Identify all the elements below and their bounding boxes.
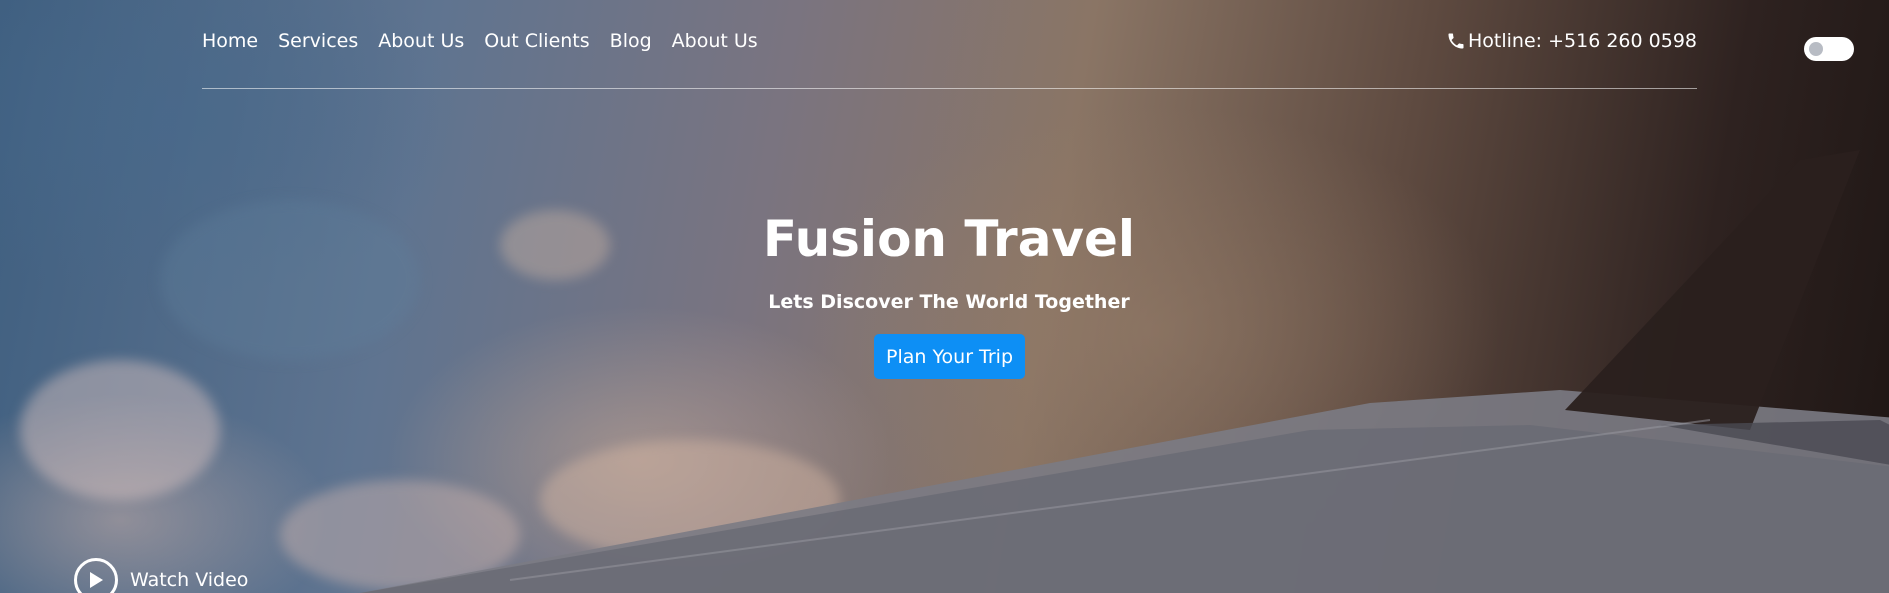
nav-item-services[interactable]: Services [278, 30, 358, 52]
theme-toggle[interactable] [1804, 37, 1854, 61]
nav-item-about-us[interactable]: About Us [378, 30, 464, 52]
phone-icon [1448, 33, 1464, 49]
toggle-knob [1809, 42, 1823, 56]
play-icon [74, 558, 118, 593]
cloud-shape [20, 360, 220, 500]
hotline-text: Hotline: +516 260 0598 [1468, 30, 1697, 52]
hero-title: Fusion Travel [762, 210, 1136, 268]
plan-trip-label: Plan Your Trip [885, 345, 1014, 368]
nav-item-blog[interactable]: Blog [610, 30, 652, 52]
watch-video-label: Watch Video [130, 569, 249, 591]
nav-item-about-us-2[interactable]: About Us [672, 30, 758, 52]
hero-subtitle: Lets Discover The World Together [768, 291, 1130, 313]
nav-item-home[interactable]: Home [202, 30, 258, 52]
main-nav: Home Services About Us Out Clients Blog … [202, 30, 758, 52]
watch-video-button[interactable]: Watch Video [74, 558, 248, 593]
hotline[interactable]: Hotline: +516 260 0598 [1446, 30, 1697, 52]
nav-item-out-clients[interactable]: Out Clients [484, 30, 589, 52]
hero-section: Home Services About Us Out Clients Blog … [0, 0, 1889, 593]
header-divider [202, 88, 1697, 89]
plan-trip-button[interactable]: Plan Your Trip [874, 334, 1025, 379]
